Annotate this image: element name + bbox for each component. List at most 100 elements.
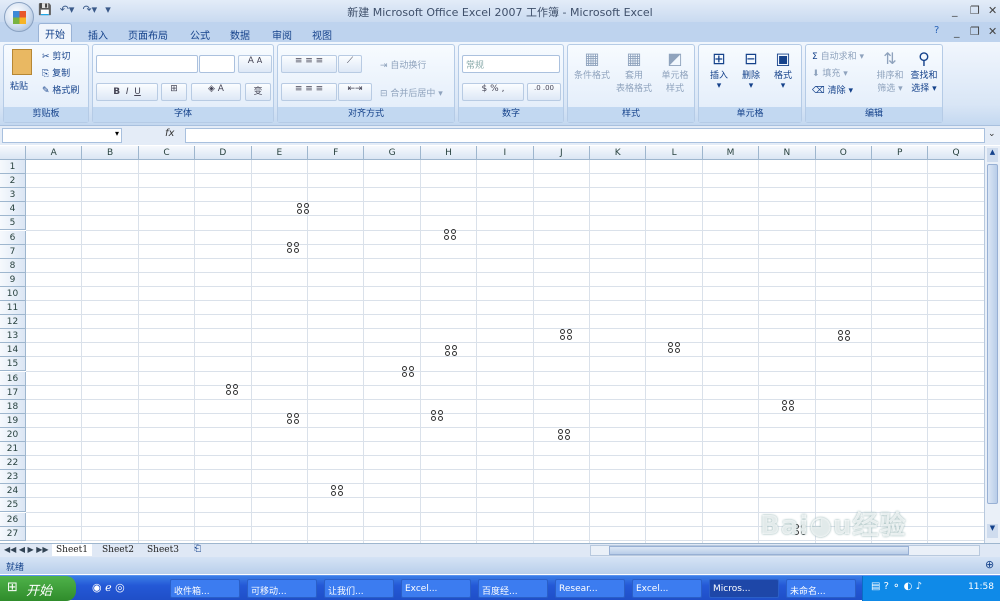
row-header[interactable]: 4: [0, 202, 26, 216]
column-header[interactable]: M: [703, 146, 759, 160]
row-header[interactable]: 17: [0, 386, 26, 400]
scroll-up-icon[interactable]: ▲: [987, 148, 998, 162]
row-header[interactable]: 15: [0, 357, 26, 371]
row-header[interactable]: 8: [0, 259, 26, 273]
row-header[interactable]: 26: [0, 513, 26, 527]
insert-sheet-icon[interactable]: ⎗: [194, 544, 201, 554]
undo-icon[interactable]: ↶▾: [60, 3, 75, 16]
copy-button[interactable]: ⎘ 复制: [42, 66, 70, 79]
row-header[interactable]: 27: [0, 527, 26, 541]
merge-center-button[interactable]: ⊟ 合并后居中 ▾: [380, 86, 443, 99]
conditional-format-button[interactable]: ▦条件格式: [572, 49, 612, 81]
sort-filter-button[interactable]: ⇅排序和筛选 ▾: [874, 49, 906, 94]
font-size-select[interactable]: [199, 55, 235, 73]
number-format-select[interactable]: 常规: [462, 55, 560, 73]
column-header[interactable]: P: [872, 146, 928, 160]
column-header[interactable]: I: [477, 146, 533, 160]
taskbar-button[interactable]: 让我们...: [324, 579, 394, 598]
horizontal-align-icon[interactable]: ≡ ≡ ≡: [281, 83, 337, 101]
column-header[interactable]: C: [139, 146, 195, 160]
row-header[interactable]: 6: [0, 231, 26, 245]
taskbar-button[interactable]: 可移动...: [247, 579, 317, 598]
sheet-nav-icons[interactable]: ◀◀ ◀ ▶ ▶▶: [4, 545, 49, 554]
row-header[interactable]: 1: [0, 160, 26, 174]
insert-function-button[interactable]: fx: [165, 128, 174, 139]
worksheet-grid[interactable]: ABCDEFGHIJKLMNOPQ12345678910111213141516…: [0, 146, 984, 543]
minimize-button[interactable]: _: [952, 4, 958, 17]
row-header[interactable]: 18: [0, 400, 26, 414]
currency-percent-comma[interactable]: $ % ,: [462, 83, 524, 101]
wb-close-button[interactable]: ✕: [988, 25, 997, 38]
row-header[interactable]: 2: [0, 174, 26, 188]
taskbar-button[interactable]: 未命名...: [786, 579, 856, 598]
paste-button[interactable]: 粘贴: [10, 79, 28, 92]
row-header[interactable]: 16: [0, 372, 26, 386]
column-header[interactable]: B: [82, 146, 138, 160]
wb-minimize-button[interactable]: _: [954, 25, 960, 38]
name-box[interactable]: ▾: [2, 128, 122, 143]
indent-icon[interactable]: ⇤⇥: [338, 83, 372, 101]
restore-button[interactable]: ❐: [970, 4, 980, 17]
column-header[interactable]: A: [26, 146, 82, 160]
taskbar-button[interactable]: Excel...: [401, 579, 471, 598]
fill-button[interactable]: ⬇ 填充 ▾: [812, 66, 848, 79]
find-select-button[interactable]: ⚲查找和选择 ▾: [908, 49, 940, 94]
wrap-text-button[interactable]: ⇥ 自动换行: [380, 58, 426, 71]
row-header[interactable]: 3: [0, 188, 26, 202]
format-painter-button[interactable]: ✎ 格式刷: [42, 83, 79, 96]
taskbar-button[interactable]: Resear...: [555, 579, 625, 598]
column-header[interactable]: G: [364, 146, 420, 160]
row-header[interactable]: 13: [0, 329, 26, 343]
formula-input[interactable]: [185, 128, 985, 143]
column-header[interactable]: K: [590, 146, 646, 160]
row-header[interactable]: 14: [0, 343, 26, 357]
column-header[interactable]: E: [252, 146, 308, 160]
office-button[interactable]: [4, 2, 34, 32]
customize-qat-icon[interactable]: ▾: [105, 3, 111, 16]
border-icon[interactable]: ⊞: [161, 83, 187, 101]
horizontal-scroll-thumb[interactable]: [609, 546, 909, 555]
row-header[interactable]: 19: [0, 414, 26, 428]
font-grow-shrink[interactable]: A A: [238, 55, 272, 73]
row-header[interactable]: 21: [0, 442, 26, 456]
zoom-in-icon[interactable]: ⊕: [985, 558, 994, 571]
orientation-icon[interactable]: ⟋: [338, 55, 362, 73]
vertical-scrollbar[interactable]: ▲ ▼: [984, 146, 1000, 543]
font-name-select[interactable]: [96, 55, 198, 73]
column-header[interactable]: N: [759, 146, 815, 160]
format-cells-button[interactable]: ▣格式▾: [769, 49, 797, 91]
column-header[interactable]: Q: [928, 146, 984, 160]
cell-styles-button[interactable]: ◩单元格样式: [656, 49, 694, 94]
start-button[interactable]: ⊞开始: [0, 576, 76, 601]
column-header[interactable]: F: [308, 146, 364, 160]
redo-icon[interactable]: ↷▾: [82, 3, 97, 16]
sheet-tab-3[interactable]: Sheet3: [143, 544, 183, 556]
expand-formula-icon[interactable]: ⌄: [988, 129, 996, 139]
vertical-scroll-thumb[interactable]: [987, 164, 998, 504]
tab-home[interactable]: 开始: [38, 23, 72, 43]
scroll-down-icon[interactable]: ▼: [987, 524, 998, 538]
column-header[interactable]: D: [195, 146, 251, 160]
row-header[interactable]: 12: [0, 315, 26, 329]
bold-italic-underline[interactable]: B I U: [96, 83, 158, 101]
cut-button[interactable]: ✂ 剪切: [42, 49, 70, 62]
row-header[interactable]: 24: [0, 484, 26, 498]
column-header[interactable]: J: [534, 146, 590, 160]
column-header[interactable]: L: [646, 146, 702, 160]
sheet-tab-1[interactable]: Sheet1: [52, 544, 92, 556]
sheet-tab-2[interactable]: Sheet2: [98, 544, 138, 556]
taskbar-button[interactable]: Excel...: [632, 579, 702, 598]
insert-cells-button[interactable]: ⊞插入▾: [705, 49, 733, 91]
phonetic-icon[interactable]: 变: [245, 83, 271, 101]
wb-restore-button[interactable]: ❐: [970, 25, 980, 38]
quick-launch-icons[interactable]: ◉ ℯ ◎: [92, 581, 125, 594]
fill-font-color-icon[interactable]: ◈ A: [191, 83, 241, 101]
close-button[interactable]: ✕: [988, 4, 997, 17]
row-header[interactable]: 11: [0, 301, 26, 315]
help-icon[interactable]: ?: [934, 25, 939, 36]
vertical-align-icon[interactable]: ≡ ≡ ≡: [281, 55, 337, 73]
horizontal-scrollbar[interactable]: [590, 545, 980, 556]
row-header[interactable]: 7: [0, 245, 26, 259]
save-icon[interactable]: 💾: [38, 3, 52, 16]
tray-icons[interactable]: ▤ ? ⚬ ◐ ♪: [871, 581, 922, 592]
